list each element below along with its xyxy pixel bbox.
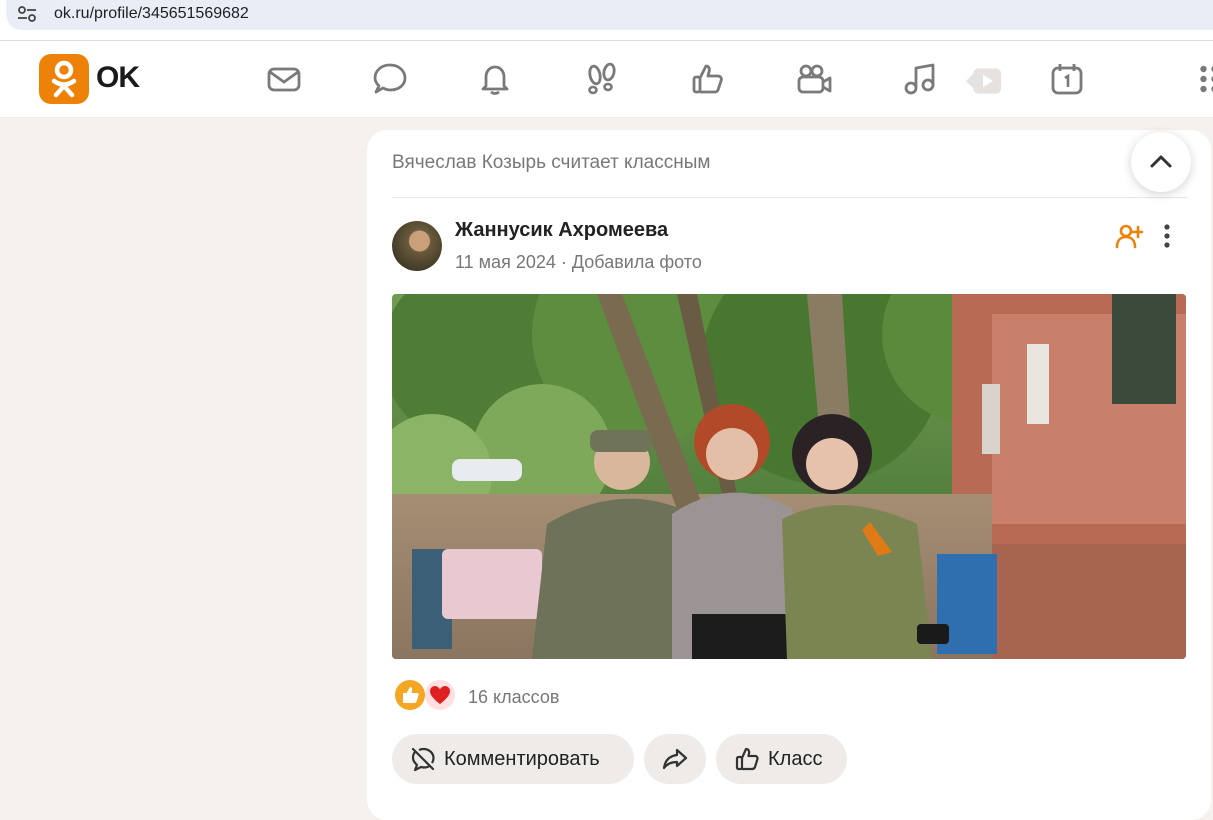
site-header: OK xyxy=(0,41,1213,118)
feed-post-card: Вячеслав Козырь считает классным Жаннуси… xyxy=(367,130,1211,820)
url-text[interactable]: ok.ru/profile/345651569682 xyxy=(54,5,249,23)
meta-separator: · xyxy=(560,252,567,272)
like-reaction-icon xyxy=(395,680,425,710)
logo-text[interactable]: OK xyxy=(96,61,140,95)
reactions-count[interactable]: 16 классов xyxy=(468,687,559,708)
post-meta: 11 мая 2024 · Добавила фото xyxy=(455,252,702,273)
apps-grid-icon[interactable] xyxy=(1190,61,1213,97)
post-action: Добавила фото xyxy=(571,252,702,272)
ok-logo-icon[interactable] xyxy=(39,54,89,104)
klass-button[interactable]: Класс xyxy=(716,734,847,784)
post-photo[interactable] xyxy=(392,294,1186,659)
comment-off-icon xyxy=(411,747,435,772)
video-play-icon[interactable] xyxy=(966,63,1006,95)
share-arrow-icon xyxy=(662,748,688,770)
footprints-icon[interactable] xyxy=(584,61,620,97)
comment-button-label: Комментировать xyxy=(444,747,600,770)
share-button[interactable] xyxy=(644,734,706,784)
comment-button[interactable]: Комментировать xyxy=(392,734,634,784)
heart-reaction-icon xyxy=(425,680,455,710)
more-options-icon[interactable] xyxy=(1155,222,1179,250)
divider xyxy=(392,197,1187,198)
bell-icon[interactable] xyxy=(477,61,513,97)
browser-address-bar: ok.ru/profile/345651569682 xyxy=(0,0,1213,41)
author-avatar[interactable] xyxy=(392,221,442,271)
add-friend-icon[interactable] xyxy=(1115,222,1143,250)
calendar-icon[interactable] xyxy=(1049,61,1085,97)
author-name[interactable]: Жаннусик Ахромеева xyxy=(455,219,668,242)
mail-icon[interactable] xyxy=(266,61,302,97)
site-settings-icon[interactable] xyxy=(16,5,38,23)
thumbs-up-icon xyxy=(735,747,759,771)
post-date[interactable]: 11 мая 2024 xyxy=(455,252,556,272)
chat-icon[interactable] xyxy=(372,61,408,97)
music-icon[interactable] xyxy=(902,61,938,97)
photo-image xyxy=(392,294,1186,659)
klass-button-label: Класс xyxy=(768,747,823,770)
collapse-button[interactable] xyxy=(1131,132,1191,192)
thumbs-up-icon[interactable] xyxy=(690,61,726,97)
activity-text[interactable]: Вячеслав Козырь считает классным xyxy=(392,152,710,174)
chevron-up-icon xyxy=(1150,155,1172,168)
video-camera-icon[interactable] xyxy=(796,61,832,97)
